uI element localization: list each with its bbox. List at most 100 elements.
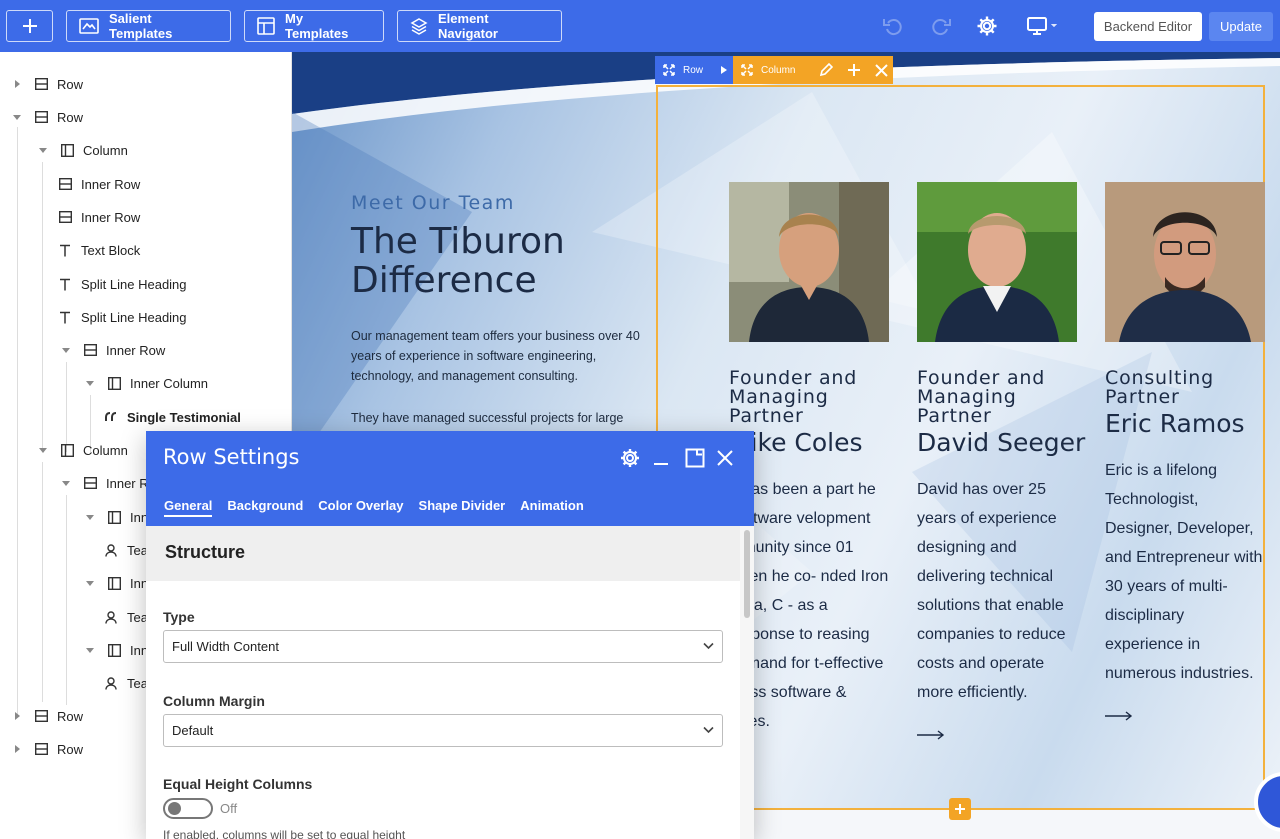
caret-down-icon[interactable] <box>61 345 71 355</box>
member-role: Founder and Managing Partner <box>917 367 1046 427</box>
person-icon <box>104 610 118 624</box>
text-icon <box>58 310 72 324</box>
column-margin-select[interactable]: Default <box>163 714 723 747</box>
nav-item-label: Column <box>83 442 128 458</box>
scrollbar-thumb[interactable] <box>744 530 750 618</box>
tab-general[interactable]: General <box>164 498 213 517</box>
nav-item-text-block[interactable]: Text Block <box>58 238 140 262</box>
my-templates-label: My Templates <box>285 11 349 41</box>
nav-item-single-testimonial[interactable]: Single Testimonial <box>104 405 241 429</box>
caret-right-icon[interactable] <box>721 66 727 74</box>
maximize-icon[interactable] <box>684 447 706 469</box>
caret-down-icon[interactable] <box>38 145 48 155</box>
top-toolbar: Salient Templates My Templates Element N… <box>0 0 1280 52</box>
arrow-right-icon[interactable] <box>1105 711 1133 721</box>
row-icon <box>83 343 97 357</box>
close-icon[interactable] <box>714 447 736 469</box>
column-icon <box>107 643 121 657</box>
caret-down-icon[interactable] <box>85 378 95 388</box>
nav-item-inner-column[interactable]: Inne <box>85 571 155 595</box>
caret-down-icon[interactable] <box>85 645 95 655</box>
nav-item-team-member[interactable]: Tea <box>104 605 148 629</box>
nav-item-inner-column[interactable]: Inn <box>85 505 148 529</box>
edit-pencil-icon[interactable] <box>819 63 834 77</box>
caret-right-icon[interactable] <box>12 711 22 721</box>
column-icon <box>60 443 74 457</box>
row-icon <box>34 77 48 91</box>
minimize-icon[interactable] <box>650 447 672 469</box>
nav-item-column[interactable]: Column <box>38 138 128 162</box>
move-icon[interactable] <box>741 64 753 76</box>
section-title: Structure <box>165 542 246 562</box>
type-select[interactable]: Full Width Content <box>163 630 723 663</box>
nav-item-inner-row[interactable]: Inner Row <box>58 205 140 229</box>
nav-item-inner-row[interactable]: Inner Row <box>58 172 140 196</box>
gear-icon[interactable] <box>619 447 641 469</box>
tree-guide-line <box>42 462 43 702</box>
nav-item-inner-row[interactable]: Inner Ro <box>61 471 156 495</box>
nav-item-row[interactable]: Row <box>12 72 83 96</box>
device-preview-icon[interactable] <box>1026 14 1060 38</box>
redo-icon[interactable] <box>929 14 953 38</box>
row-control-label[interactable]: Row <box>655 56 733 84</box>
nav-item-team-member[interactable]: Tea <box>104 538 148 562</box>
nav-item-team-member[interactable]: Tea <box>104 671 148 695</box>
equal-height-toggle[interactable] <box>163 798 213 819</box>
salient-templates-label: Salient Templates <box>109 11 173 41</box>
equal-height-state: Off <box>220 801 238 816</box>
member-bio: David has over 25 years of experience de… <box>917 481 1066 701</box>
nav-item-inner-column[interactable]: Inner Column <box>85 371 208 395</box>
nav-item-split-line-heading[interactable]: Split Line Heading <box>58 272 187 296</box>
equal-height-help: If enabled, columns will be set to equal… <box>163 828 406 839</box>
text-icon <box>58 277 72 291</box>
undo-icon[interactable] <box>881 14 905 38</box>
arrow-right-icon[interactable] <box>917 730 945 740</box>
column-icon <box>107 376 121 390</box>
row-icon <box>34 709 48 723</box>
column-margin-value: Default <box>172 723 214 738</box>
caret-down-icon[interactable] <box>12 112 22 122</box>
caret-down-icon[interactable] <box>61 478 71 488</box>
nav-item-label: Tea <box>127 609 148 625</box>
move-icon[interactable] <box>663 64 675 76</box>
nav-item-label: Row <box>57 109 84 125</box>
my-templates-button[interactable]: My Templates <box>244 10 384 42</box>
caret-right-icon[interactable] <box>12 744 22 754</box>
modal-header: Row Settings General Background Color Ov… <box>146 431 754 526</box>
nav-item-inner-column[interactable]: Inne <box>85 638 155 662</box>
person-icon <box>104 543 118 557</box>
nav-item-row[interactable]: Row <box>12 737 83 761</box>
caret-down-icon[interactable] <box>38 445 48 455</box>
tab-color-overlay[interactable]: Color Overlay <box>318 498 403 517</box>
backend-editor-button[interactable]: Backend Editor <box>1094 12 1202 41</box>
add-plus-icon[interactable] <box>847 63 861 77</box>
nav-item-inner-row[interactable]: Inner Row <box>61 338 165 362</box>
settings-gear-icon[interactable] <box>975 14 999 38</box>
add-element-below-button[interactable] <box>949 798 971 820</box>
nav-item-label: Row <box>57 741 84 757</box>
member-role: Consulting Partner <box>1105 367 1214 408</box>
tab-animation[interactable]: Animation <box>520 498 584 517</box>
column-control-label[interactable]: Column <box>733 56 893 84</box>
nav-item-label: Row <box>57 76 84 92</box>
column-label: Column <box>761 64 796 76</box>
nav-item-row[interactable]: Row <box>12 704 83 728</box>
caret-down-icon[interactable] <box>85 578 95 588</box>
caret-right-icon[interactable] <box>12 79 22 89</box>
modal-title: Row Settings <box>163 445 300 469</box>
nav-item-row[interactable]: Row <box>12 105 83 129</box>
salient-templates-button[interactable]: Salient Templates <box>66 10 231 42</box>
tab-background[interactable]: Background <box>227 498 303 517</box>
member-role: Founder and Managing Partner <box>729 367 858 427</box>
update-button[interactable]: Update <box>1209 12 1273 41</box>
nav-item-column[interactable]: Column <box>38 438 128 462</box>
caret-down-icon[interactable] <box>85 512 95 522</box>
close-icon[interactable] <box>875 63 889 77</box>
templates-icon <box>79 18 99 34</box>
nav-item-split-line-heading[interactable]: Split Line Heading <box>58 305 187 329</box>
element-navigator-button[interactable]: Element Navigator <box>397 10 562 42</box>
tab-shape-divider[interactable]: Shape Divider <box>419 498 506 517</box>
add-element-button[interactable] <box>6 10 53 42</box>
member-photo <box>917 182 1077 342</box>
nav-item-label: Split Line Heading <box>81 309 187 325</box>
